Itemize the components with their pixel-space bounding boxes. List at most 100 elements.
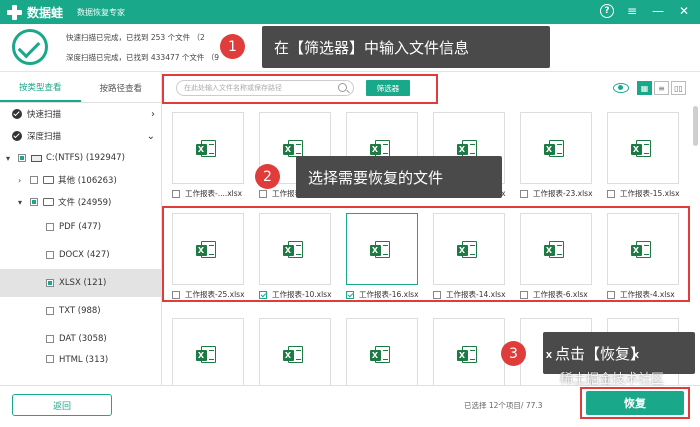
- docs-checkbox[interactable]: [30, 198, 38, 206]
- file-card[interactable]: X: [423, 313, 507, 385]
- docs-label: 文件 (24959): [58, 198, 112, 208]
- other-checkbox[interactable]: [30, 176, 38, 184]
- grid-scrollbar[interactable]: [693, 106, 698, 146]
- search-icon[interactable]: [338, 83, 347, 92]
- collapse-arrow-icon[interactable]: ›: [18, 176, 26, 185]
- minimize-icon[interactable]: —: [650, 3, 666, 19]
- file-card[interactable]: X 工作报表-10.xlsx: [249, 208, 333, 302]
- file-checkbox[interactable]: [346, 290, 354, 299]
- callout-2: 选择需要恢复的文件: [296, 156, 502, 198]
- filter-button[interactable]: 筛选器: [366, 80, 410, 96]
- file-card[interactable]: X 工作报表-4.xlsx: [597, 208, 681, 302]
- list-view-icon[interactable]: ≡: [654, 81, 669, 95]
- file-card[interactable]: X 工作报表-23.xlsx: [510, 107, 594, 201]
- file-caption: 工作报表-15.xlsx: [607, 188, 680, 199]
- file-thumbnail[interactable]: X: [520, 112, 592, 184]
- file-thumbnail[interactable]: X: [607, 112, 679, 184]
- file-card[interactable]: X 工作报表-25.xlsx: [162, 208, 246, 302]
- expand-arrow-icon[interactable]: ▾: [18, 198, 26, 207]
- file-card[interactable]: X 工作报表-14.xlsx: [423, 208, 507, 302]
- step-badge-2: 2: [255, 164, 280, 189]
- tree-type-dat[interactable]: DAT (3058): [0, 325, 161, 353]
- deep-scan-row[interactable]: 深度扫描 ⌄: [0, 125, 161, 147]
- file-caption: 工作报表-23.xlsx: [520, 188, 593, 199]
- excel-grid-lines: [556, 244, 562, 255]
- file-thumbnail[interactable]: X: [607, 213, 679, 285]
- tab-by-type[interactable]: 按类型查看: [0, 73, 81, 102]
- chevron-right-icon[interactable]: ›: [151, 109, 155, 120]
- file-thumbnail[interactable]: X: [433, 318, 505, 385]
- file-thumbnail[interactable]: X: [259, 213, 331, 285]
- file-name: 工作报表-....xlsx: [185, 189, 243, 198]
- excel-x-glyph: X: [632, 350, 640, 360]
- file-checkbox[interactable]: [520, 290, 528, 299]
- tree-folder-docs[interactable]: ▾ 文件 (24959): [0, 191, 161, 213]
- preview-eye-icon[interactable]: [613, 83, 629, 93]
- file-card[interactable]: X: [249, 313, 333, 385]
- detail-view-icon[interactable]: ▯▯: [671, 81, 686, 95]
- xlsx-checkbox[interactable]: [46, 279, 54, 287]
- file-card[interactable]: X 工作报表-16.xlsx: [336, 208, 420, 302]
- tree-type-xlsx[interactable]: XLSX (121): [0, 269, 161, 297]
- tree-type-docx[interactable]: DOCX (427): [0, 241, 161, 269]
- docx-checkbox[interactable]: [46, 251, 54, 259]
- file-thumbnail[interactable]: X: [259, 318, 331, 385]
- help-icon[interactable]: ?: [600, 4, 614, 18]
- grid-view-icon[interactable]: ▦: [637, 81, 652, 95]
- file-thumbnail[interactable]: X: [433, 213, 505, 285]
- file-card[interactable]: X 工作报表-....xlsx: [162, 107, 246, 201]
- file-thumbnail[interactable]: X: [346, 213, 418, 285]
- file-checkbox[interactable]: [520, 189, 528, 198]
- tree-drive-c[interactable]: ▾ C:(NTFS) (192947): [0, 147, 161, 169]
- excel-grid-lines: [469, 143, 475, 154]
- excel-grid-lines: [295, 349, 301, 360]
- search-input[interactable]: 在此处输入文件名称或保存路径: [176, 80, 354, 96]
- excel-x-glyph: X: [458, 350, 466, 360]
- html-checkbox[interactable]: [46, 355, 54, 363]
- excel-x-glyph: X: [284, 350, 292, 360]
- excel-x-glyph: X: [632, 245, 640, 255]
- tree-type-html[interactable]: HTML (313): [0, 353, 161, 363]
- tree-type-pdf[interactable]: PDF (477): [0, 213, 161, 241]
- file-thumbnail[interactable]: X: [346, 318, 418, 385]
- file-checkbox[interactable]: [433, 290, 441, 299]
- file-checkbox[interactable]: [607, 189, 615, 198]
- menu-icon[interactable]: ≡: [624, 3, 640, 19]
- file-checkbox[interactable]: [259, 290, 267, 299]
- file-thumbnail[interactable]: X: [520, 213, 592, 285]
- file-thumbnail[interactable]: X: [172, 318, 244, 385]
- file-name: 工作报表-4.xlsx: [620, 290, 675, 299]
- file-caption: 工作报表-6.xlsx: [520, 289, 588, 300]
- file-checkbox[interactable]: [607, 290, 615, 299]
- file-checkbox[interactable]: [172, 290, 180, 299]
- recover-button[interactable]: 恢复: [586, 391, 684, 415]
- close-icon[interactable]: ✕: [676, 3, 692, 19]
- txt-checkbox[interactable]: [46, 307, 54, 315]
- quick-scan-row[interactable]: 快速扫描 ›: [0, 103, 161, 125]
- tab-by-path[interactable]: 按路径查看: [81, 73, 162, 102]
- excel-x-glyph: X: [197, 144, 205, 154]
- file-card[interactable]: X: [162, 313, 246, 385]
- excel-x-glyph: X: [284, 245, 292, 255]
- file-card[interactable]: X: [336, 313, 420, 385]
- excel-x-glyph: X: [371, 350, 379, 360]
- pdf-checkbox[interactable]: [46, 223, 54, 231]
- deep-scan-status-text: 深度扫描已完成，已找到 433477 个文件 （9: [66, 53, 220, 62]
- drive-checkbox[interactable]: [18, 154, 26, 162]
- step-badge-3: 3: [501, 341, 526, 366]
- file-card[interactable]: X 工作报表-15.xlsx: [597, 107, 681, 201]
- excel-grid-lines: [382, 349, 388, 360]
- excel-x-glyph: X: [284, 144, 292, 154]
- file-checkbox[interactable]: [259, 189, 267, 198]
- file-caption: 工作报表-....xlsx: [172, 188, 242, 199]
- tree-type-txt[interactable]: TXT (988): [0, 297, 161, 325]
- back-button[interactable]: 返回: [12, 394, 112, 416]
- file-checkbox[interactable]: [172, 189, 180, 198]
- file-card[interactable]: X 工作报表-6.xlsx: [510, 208, 594, 302]
- chevron-down-icon[interactable]: ⌄: [147, 131, 155, 142]
- tree-folder-other[interactable]: › 其他 (106263): [0, 169, 161, 191]
- dat-checkbox[interactable]: [46, 335, 54, 343]
- file-thumbnail[interactable]: X: [172, 213, 244, 285]
- expand-arrow-icon[interactable]: ▾: [6, 154, 14, 163]
- file-thumbnail[interactable]: X: [172, 112, 244, 184]
